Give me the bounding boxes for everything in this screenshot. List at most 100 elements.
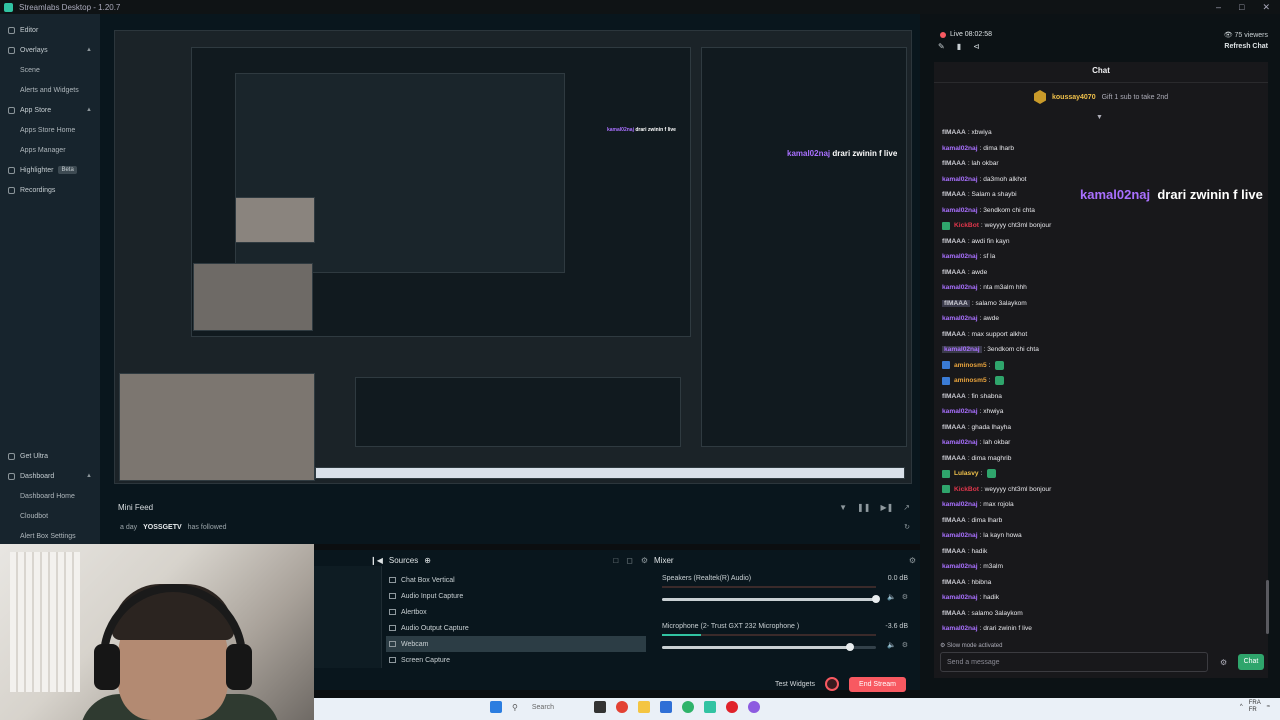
close-icon[interactable]: ✕ [1262,2,1270,13]
chat-username[interactable]: flMAAA [942,610,966,617]
record-button[interactable] [825,677,840,691]
chat-username[interactable]: Lulasvy [954,470,979,477]
chat-username[interactable]: flMAAA [942,424,966,431]
sidebar-item-get-ultra[interactable]: Get Ultra [0,446,100,466]
mixer-settings-icon[interactable]: ⚙ [909,556,916,565]
sidebar-item-alert-box-settings[interactable]: Alert Box Settings [0,526,100,546]
source-settings-icon[interactable]: ⚙ [641,556,648,565]
chat-username[interactable]: flMAAA [942,548,966,555]
chat-send-button[interactable]: Chat [1238,654,1264,670]
chat-username[interactable]: kamal02naj [942,532,978,539]
source-item[interactable]: Screen Capture [386,652,646,668]
chat-username[interactable]: kamal02naj [942,315,978,322]
collapse-icon[interactable]: ❙◀ [370,556,383,565]
sidebar-item-cloudbot[interactable]: Cloudbot [0,506,100,526]
mute-icon[interactable]: 🔈 [887,593,896,601]
chat-username[interactable]: kamal02naj [942,563,978,570]
volume-slider[interactable] [662,595,880,603]
skip-icon[interactable]: ▶❚ [880,503,893,512]
share-icon[interactable]: ⊲ [973,42,980,51]
refresh-chat-button[interactable]: Refresh Chat [1224,43,1268,50]
chevron-up-icon[interactable]: ▲ [86,47,92,53]
chat-input[interactable]: Send a message [940,652,1208,672]
volume-knob[interactable] [872,595,880,603]
chat-settings-icon[interactable]: ⚙ [1220,658,1227,667]
sidebar-item-highlighter[interactable]: Highlighter Beta [0,160,100,180]
source-item[interactable]: Webcam [386,636,646,652]
popout-icon[interactable]: ↗ [903,503,910,512]
chat-username[interactable]: flMAAA [942,238,966,245]
chat-username[interactable]: flMAAA [942,455,966,462]
chat-username[interactable]: flMAAA [942,579,966,586]
channel-settings-icon[interactable]: ⚙ [902,593,908,601]
chat-username[interactable]: KickBot [954,486,979,493]
chat-username[interactable]: flMAAA [942,393,966,400]
search-icon[interactable]: ⚲ [512,703,518,712]
chat-scrollbar[interactable] [1266,580,1269,634]
repeat-alert-icon[interactable]: ↻ [904,523,910,531]
add-source-icon[interactable]: ⊕ [424,556,431,565]
chat-username[interactable]: aminosm5 [954,377,987,384]
chevron-up-icon[interactable]: ▲ [86,473,92,479]
chat-username[interactable]: flMAAA [942,517,966,524]
sidebar-item-scene[interactable]: Scene [0,60,100,80]
sidebar-item-apps-manager[interactable]: Apps Manager [0,140,100,160]
chat-username[interactable]: kamal02naj [942,284,978,291]
sidebar-item-editor[interactable]: Editor [0,20,100,40]
source-item[interactable]: Audio Output Capture [386,620,646,636]
start-icon[interactable] [490,701,502,713]
chrome-icon[interactable] [616,701,629,713]
remove-source-icon[interactable]: ◻ [626,556,633,565]
sidebar-item-overlays[interactable]: Overlays ▲ [0,40,100,60]
end-stream-button[interactable]: End Stream [849,676,906,692]
sidebar-item-recordings[interactable]: Recordings [0,180,100,200]
edit-icon[interactable]: ✎ [938,42,945,51]
chat-username[interactable]: aminosm5 [954,362,987,369]
feed-user[interactable]: YOSSGETV [143,524,182,531]
chat-username[interactable]: kamal02naj [942,207,978,214]
opera-icon[interactable] [726,701,739,713]
source-item[interactable]: Chat Box Vertical [386,572,646,588]
language-indicator[interactable]: FRA FR [1249,700,1261,714]
sidebar-item-apps-store-home[interactable]: Apps Store Home [0,120,100,140]
chat-username[interactable]: flMAAA [942,129,966,136]
folder-icon[interactable]: □ [613,556,618,565]
source-item[interactable]: Audio Input Capture [386,588,646,604]
chat-username[interactable]: kamal02naj [942,594,978,601]
app-icon[interactable] [748,701,761,713]
chat-username[interactable]: kamal02naj [942,145,978,152]
chat-username[interactable]: flMAAA [942,331,966,338]
chat-username[interactable]: kamal02naj [942,625,978,632]
terminal-icon[interactable] [594,701,607,713]
chat-username[interactable]: flMAAA [942,191,966,198]
chat-username[interactable]: kamal02naj [942,408,978,415]
wifi-icon[interactable]: ≈ [1267,704,1270,710]
streamlabs-icon[interactable] [704,701,717,713]
store-icon[interactable] [660,701,673,713]
chat-username[interactable]: kamal02naj [942,439,978,446]
maximize-icon[interactable]: □ [1239,2,1244,13]
minimize-icon[interactable]: – [1216,2,1221,13]
sidebar-item-dashboard-home[interactable]: Dashboard Home [0,486,100,506]
source-item[interactable]: Alertbox [386,604,646,620]
chat-username[interactable]: kamal02naj [942,346,982,354]
chat-username[interactable]: kamal02naj [942,176,978,183]
chat-username[interactable]: KickBot [954,222,979,229]
volume-slider[interactable] [662,643,876,651]
sidebar-item-app-store[interactable]: App Store ▲ [0,100,100,120]
whatsapp-icon[interactable] [682,701,695,713]
chevron-down-icon[interactable]: ▼ [1096,114,1103,121]
chevron-up-icon[interactable]: ▲ [86,107,92,113]
taskbar-search[interactable]: Search [532,704,554,711]
sidebar-item-alerts-and-widgets[interactable]: Alerts and Widgets [0,80,100,100]
pause-icon[interactable]: ❚❚ [857,503,870,512]
chat-username[interactable]: flMAAA [942,269,966,276]
stream-preview[interactable]: kamal02naj drari zwinin f live kamal02na… [114,30,912,484]
gift-user[interactable]: koussay4070 [1052,94,1096,101]
filter-icon[interactable]: ▼ [839,503,847,512]
mute-icon[interactable]: 🔈 [887,641,896,649]
chat-username[interactable]: kamal02naj [942,501,978,508]
channel-settings-icon[interactable]: ⚙ [902,641,908,649]
video-icon[interactable]: ▮ [957,42,961,51]
chat-username[interactable]: flMAAA [942,299,970,307]
